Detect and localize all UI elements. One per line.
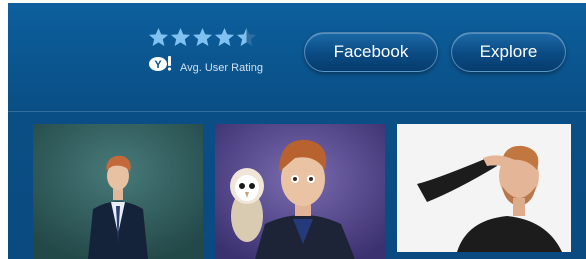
header-bar: Y Avg. User Rating Facebook Explore [8, 3, 586, 111]
photo-man-shading-eyes [397, 124, 571, 252]
photo-man-with-owl [215, 124, 385, 259]
rating-stars [148, 27, 257, 51]
photo-thumbnail-2[interactable] [215, 124, 385, 259]
rating-label: Avg. User Rating [180, 62, 263, 74]
photo-man-in-suit [33, 124, 203, 259]
photo-thumbnail-3[interactable] [397, 124, 571, 252]
star-full-icon [215, 28, 234, 46]
svg-text:Y: Y [154, 59, 162, 71]
explore-button[interactable]: Explore [451, 32, 566, 72]
star-half-icon [237, 28, 256, 46]
photo-thumbnail-1[interactable] [33, 124, 203, 259]
header-divider [8, 111, 586, 112]
star-full-icon [193, 28, 212, 46]
app-panel: Y Avg. User Rating Facebook Explore [8, 3, 586, 259]
user-rating: Y Avg. User Rating [148, 27, 288, 77]
star-full-icon [149, 28, 168, 46]
facebook-button[interactable]: Facebook [304, 32, 438, 72]
star-full-icon [171, 28, 190, 46]
yahoo-logo-icon: Y [149, 56, 172, 71]
